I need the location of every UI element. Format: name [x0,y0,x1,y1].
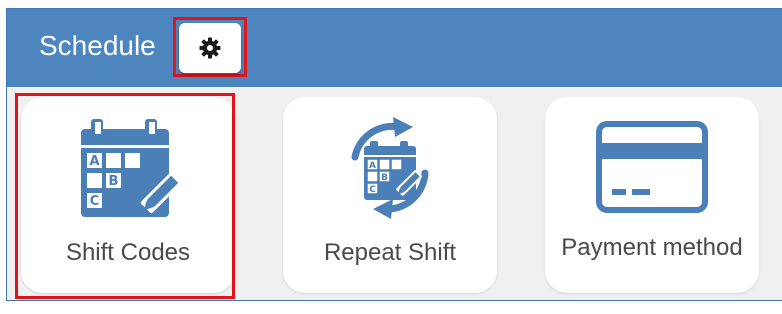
card-label: Payment method [561,234,743,261]
grid-letter-b: B [109,174,119,189]
page-title: Schedule [39,30,156,61]
grid-letter-b: B [381,173,388,183]
payment-method-card[interactable]: Payment method [545,97,759,293]
settings-highlight-box [173,17,247,77]
calendar-grid-edit-icon: A B C [81,119,181,217]
grid-letter-c: C [369,185,376,195]
grid-letter-a: A [89,154,99,169]
calendar-repeat-icon: A B C [351,117,429,219]
schedule-panel: Schedule A B C Shift Codes A B C Repeat … [6,8,782,301]
repeat-shift-card[interactable]: A B C Repeat Shift [283,97,497,293]
grid-letter-c: C [90,194,100,209]
shift-codes-card[interactable]: A B C Shift Codes [21,97,235,293]
settings-button[interactable] [179,23,241,73]
gear-icon [199,37,221,59]
credit-card-icon [596,121,708,213]
panel-header: Schedule [7,9,782,87]
grid-letter-a: A [369,161,376,171]
card-label: Shift Codes [65,239,191,266]
card-label: Repeat Shift [323,239,457,266]
